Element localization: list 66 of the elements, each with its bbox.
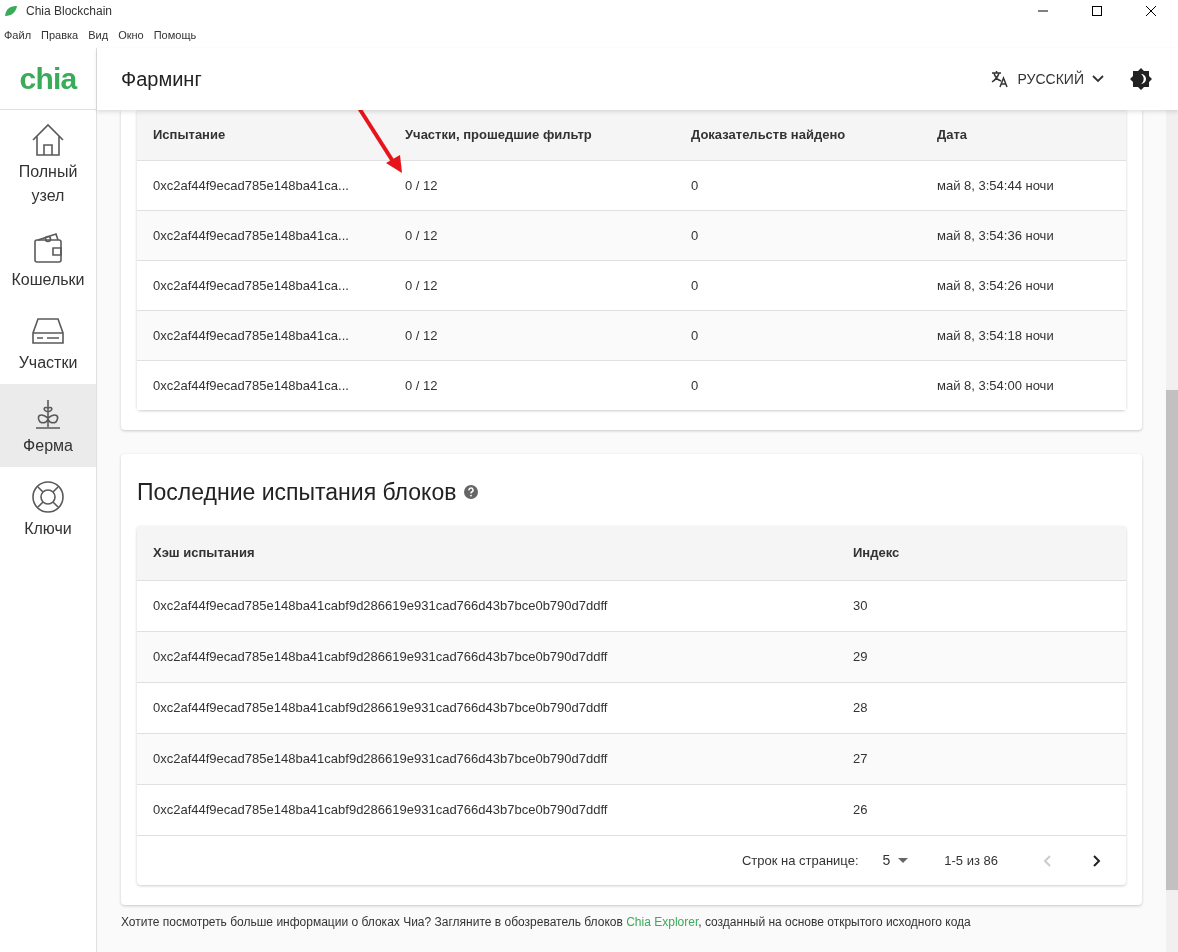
column-header: Доказательств найдено	[691, 126, 847, 145]
rows-per-page-select[interactable]: 5	[882, 850, 909, 871]
sidebar-item[interactable]: Полный узел	[0, 110, 96, 218]
table-cell-text: май 8, 3:54:44 ночи	[937, 176, 1055, 195]
help-icon[interactable]	[464, 485, 479, 499]
table-cell-text: 0 / 12	[405, 276, 439, 295]
leaf-icon	[4, 5, 18, 17]
table-cell-text: май 8, 3:54:18 ночи	[937, 326, 1055, 345]
table-cell-text: 26	[853, 801, 869, 820]
table-cell-text: 0 / 12	[405, 226, 439, 245]
table-cell-text: 0xc2af44f9ecad785e148ba41cabf9d286619e931cad766d43b7bce0b790d7ddff	[153, 597, 609, 616]
table-cell-text: 0xc2af44f9ecad785e148ba41ca...	[153, 326, 350, 345]
column-header: Участки, прошедшие фильтр	[405, 126, 593, 145]
page-title: Фарминг	[121, 67, 202, 92]
rows-per-page-label: Строк на странице:	[741, 851, 859, 870]
footer-text: Хотите посмотреть больше информации о блоках Чиа? Загляните в обозреватель блоков Chia Explorer, созданный на основе открытого исходного кода	[121, 914, 972, 931]
menu-item[interactable]: Правка	[41, 26, 79, 44]
table-cell-text: май 8, 3:54:26 ночи	[937, 276, 1055, 295]
table-cell-text: май 8, 3:54:36 ночи	[937, 226, 1055, 245]
translate-icon	[989, 69, 1010, 89]
table-cell-text: 0	[691, 226, 700, 245]
table-cell-text: 0 / 12	[405, 176, 439, 195]
table-cell-text: май 8, 3:54:00 ночи	[937, 376, 1055, 395]
column-header: Хэш испытания	[153, 544, 256, 563]
table-cell-text: 0xc2af44f9ecad785e148ba41ca...	[153, 376, 350, 395]
table-cell-text: 29	[853, 648, 869, 667]
page-range: 1-5 из 86	[944, 851, 998, 870]
menu-item[interactable]: Окно	[118, 26, 144, 44]
column-header: Дата	[937, 126, 969, 145]
menu-item[interactable]: Помощь	[153, 26, 197, 44]
table-cell-text: 30	[853, 597, 869, 616]
table-cell-text: 0	[691, 276, 700, 295]
column-header: Испытание	[153, 126, 227, 145]
scrollbar-drawing[interactable]	[1166, 110, 1178, 952]
table-cell-text: 0xc2af44f9ecad785e148ba41cabf9d286619e931cad766d43b7bce0b790d7ddff	[153, 750, 609, 769]
menu-item[interactable]: Файл	[4, 26, 32, 44]
column-header: Индекс	[853, 544, 901, 563]
close-icon	[1146, 6, 1156, 16]
table-cell-text: 0xc2af44f9ecad785e148ba41ca...	[153, 176, 350, 195]
sidebar-item[interactable]: Ферма	[0, 384, 96, 467]
table-cell-text: 0xc2af44f9ecad785e148ba41ca...	[153, 276, 350, 295]
window-title: Chia Blockchain	[26, 3, 113, 20]
table-cell-text: 0xc2af44f9ecad785e148ba41cabf9d286619e931cad766d43b7bce0b790d7ddff	[153, 801, 609, 820]
table-cell-text: 0 / 12	[405, 376, 439, 395]
menu-item[interactable]: Вид	[88, 26, 109, 44]
table-cell-text: 0 / 12	[405, 326, 439, 345]
sidebar-item[interactable]: Участки	[0, 301, 96, 384]
dropdown-caret-icon	[898, 858, 909, 863]
table-cell-text: 0xc2af44f9ecad785e148ba41ca...	[153, 226, 350, 245]
table-cell-text: 27	[853, 750, 869, 769]
table-cell-text: 0xc2af44f9ecad785e148ba41cabf9d286619e931cad766d43b7bce0b790d7ddff	[153, 699, 609, 718]
table-cell-text: 0	[691, 376, 700, 395]
chevron-right-icon	[1093, 854, 1101, 867]
chia-logo: chia	[19, 63, 77, 94]
sidebar-item[interactable]: Ключи	[0, 467, 96, 550]
language-selector[interactable]: РУССКИЙ	[981, 64, 1112, 94]
maximize-icon	[1092, 6, 1102, 16]
section-title: Последние испытания блоков	[137, 477, 457, 507]
table-cell-text: 28	[853, 699, 869, 718]
sidebar-item[interactable]: Кошельки	[0, 218, 96, 301]
chevron-left-icon	[1043, 854, 1051, 867]
chevron-down-icon	[1092, 75, 1104, 83]
table-cell-text: 0	[691, 326, 700, 345]
table-cell-text: 0xc2af44f9ecad785e148ba41cabf9d286619e931cad766d43b7bce0b790d7ddff	[153, 648, 609, 667]
table-cell-text: 0	[691, 176, 700, 195]
theme-toggle-icon[interactable]	[1128, 66, 1154, 92]
